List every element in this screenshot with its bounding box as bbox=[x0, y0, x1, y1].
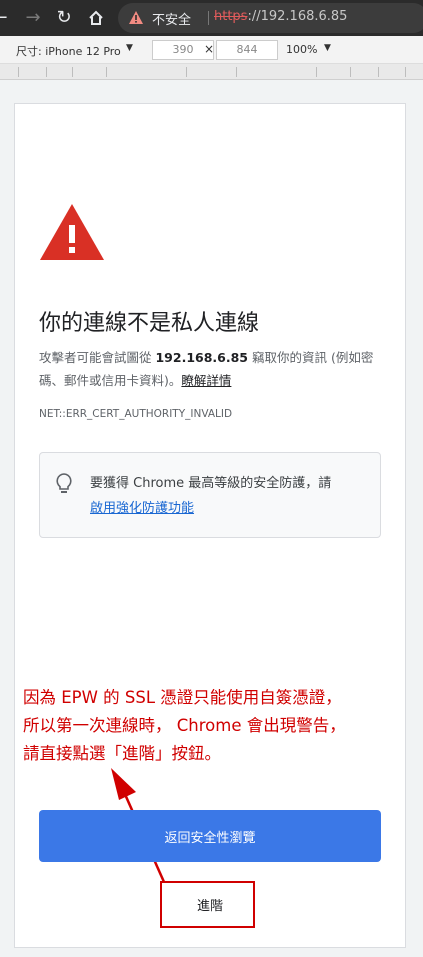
desc-host: 192.168.6.85 bbox=[155, 350, 249, 365]
device-toolbar: 尺寸: iPhone 12 Pro ▼ 390 × 844 100% ▼ bbox=[0, 36, 423, 64]
device-ruler bbox=[0, 64, 423, 80]
ruler-tick bbox=[106, 67, 107, 77]
home-icon[interactable] bbox=[84, 6, 108, 30]
height-input[interactable]: 844 bbox=[216, 40, 278, 60]
url-host: ://192.168.6.85 bbox=[247, 9, 348, 24]
device-select[interactable]: 尺寸: iPhone 12 Pro bbox=[16, 43, 121, 59]
annotation-line: 因為 EPW 的 SSL 憑證只能使用自簽憑證， bbox=[23, 688, 342, 707]
ruler-tick bbox=[350, 67, 351, 77]
zoom-select[interactable]: 100% bbox=[286, 43, 317, 56]
browser-toolbar: ← → ↻ 不安全 https://192.168.6.85 bbox=[0, 0, 423, 36]
enhanced-protection-tip: 要獲得 Chrome 最高等級的安全防護，請 啟用強化防護功能 bbox=[39, 452, 381, 538]
ruler-tick bbox=[18, 67, 19, 77]
annotation-line: 所以第一次連線時， Chrome 會出現警告， bbox=[23, 716, 346, 735]
error-code: NET::ERR_CERT_AUTHORITY_INVALID bbox=[39, 408, 233, 420]
annotation-line: 請直接點選「進階」按鈕。 bbox=[23, 744, 221, 763]
ruler-tick bbox=[186, 67, 187, 77]
back-to-safety-button[interactable]: 返回安全性瀏覽 bbox=[39, 810, 381, 862]
warning-triangle-icon bbox=[40, 204, 104, 260]
caret-down-icon[interactable]: ▼ bbox=[126, 43, 133, 53]
ruler-tick bbox=[236, 67, 237, 77]
warning-triangle-icon[interactable] bbox=[128, 10, 144, 25]
annotation-note: 因為 EPW 的 SSL 憑證只能使用自簽憑證， 所以第一次連線時， Chrom… bbox=[23, 684, 413, 768]
advanced-button[interactable]: 進階 bbox=[176, 890, 244, 918]
ruler-tick bbox=[378, 67, 379, 77]
back-arrow-icon[interactable]: ← bbox=[0, 6, 12, 30]
dimension-separator: × bbox=[204, 42, 215, 56]
omnibox-separator bbox=[208, 11, 209, 25]
tip-text: 要獲得 Chrome 最高等級的安全防護，請 bbox=[90, 476, 332, 491]
enable-enhanced-protection-link[interactable]: 啟用強化防護功能 bbox=[90, 501, 194, 516]
address-bar[interactable]: 不安全 https://192.168.6.85 bbox=[118, 3, 423, 33]
page-title: 你的連線不是私人連線 bbox=[39, 311, 260, 336]
ruler-tick bbox=[316, 67, 317, 77]
url-text[interactable]: https://192.168.6.85 bbox=[214, 9, 347, 24]
ruler-tick bbox=[46, 67, 47, 77]
learn-more-link[interactable]: 瞭解詳情 bbox=[181, 373, 231, 388]
url-scheme: https bbox=[214, 9, 248, 24]
ruler-tick bbox=[72, 67, 73, 77]
reload-icon[interactable]: ↻ bbox=[52, 6, 76, 30]
ruler-tick bbox=[405, 67, 406, 77]
forward-arrow-icon[interactable]: → bbox=[21, 6, 45, 30]
caret-down-icon[interactable]: ▼ bbox=[324, 43, 331, 53]
warning-description: 攻擊者可能會試圖從 192.168.6.85 竊取你的資訊 (例如密碼、郵件或信… bbox=[39, 346, 389, 392]
security-status-label[interactable]: 不安全 bbox=[152, 9, 191, 28]
lightbulb-icon bbox=[56, 473, 72, 493]
desc-text: 攻擊者可能會試圖從 bbox=[39, 350, 156, 365]
